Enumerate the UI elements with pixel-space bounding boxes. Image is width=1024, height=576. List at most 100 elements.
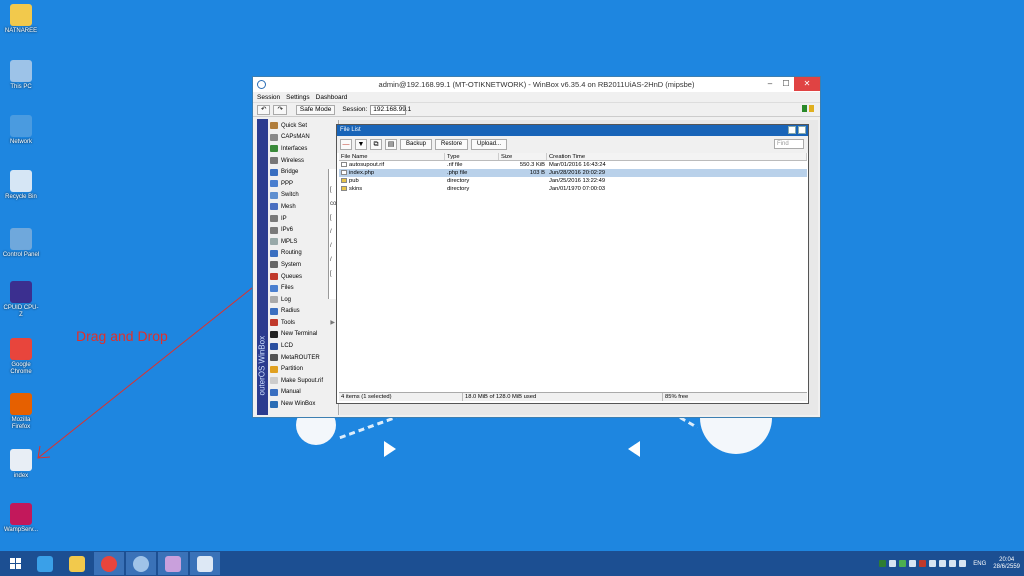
ie-icon	[37, 555, 53, 572]
redo-button[interactable]: ↷	[273, 104, 287, 115]
side-menu-label: System	[281, 261, 302, 268]
wifi-icon[interactable]	[959, 560, 967, 567]
session-field[interactable]: 192.168.99.1	[370, 104, 411, 115]
mesh-icon	[270, 203, 278, 211]
file-list-window[interactable]: File List — ▼ ⧉ ▤ Backup Restore Upload.…	[336, 124, 809, 404]
switch-icon	[270, 191, 278, 199]
menu-settings[interactable]: Settings	[286, 94, 310, 101]
remove-button[interactable]: —	[340, 139, 352, 150]
taskbar-file-explorer[interactable]	[62, 552, 92, 575]
restore-window-icon[interactable]	[788, 126, 796, 134]
side-menu-item[interactable]: New Terminal	[268, 329, 338, 341]
file-name-text: autosupout.rif	[349, 162, 385, 168]
file-time-cell: Jan/01/1970 07:00:03	[549, 186, 606, 192]
routing-icon	[270, 249, 278, 257]
file-row[interactable]: skins directory Jan/01/1970 07:00:03	[339, 185, 807, 193]
taskbar-internet-explorer[interactable]	[30, 552, 60, 575]
menu-bar: Session Settings Dashboard	[253, 92, 820, 103]
close-window-icon[interactable]	[798, 126, 806, 134]
taskbar-notepad[interactable]	[190, 552, 220, 575]
winbox-icon	[270, 400, 278, 408]
file-size-cell	[499, 177, 547, 185]
language-indicator[interactable]: ENG	[973, 561, 986, 567]
chrome-icon	[101, 555, 117, 572]
side-menu-label: CAPsMAN	[281, 134, 310, 141]
shield-icon[interactable]	[899, 560, 907, 567]
taskbar-winbox[interactable]	[126, 552, 156, 575]
clock[interactable]: 20:04 28/6/2559	[993, 557, 1020, 571]
restore-button[interactable]: Restore	[435, 139, 469, 150]
menu-dashboard[interactable]: Dashboard	[316, 94, 348, 101]
file-size-cell: 550.3 KiB	[519, 162, 545, 168]
file-row[interactable]: pub directory Jan/25/2016 13:22:49	[339, 177, 807, 185]
ipv6-icon	[270, 226, 278, 234]
tray-app-icon[interactable]	[879, 560, 887, 567]
chat-icon[interactable]	[919, 560, 927, 567]
side-menu-item[interactable]: CAPsMAN	[268, 132, 338, 144]
minimize-button[interactable]: –	[762, 77, 778, 91]
start-button[interactable]	[0, 551, 30, 576]
terminal-icon	[270, 330, 278, 338]
maximize-button[interactable]: ☐	[778, 77, 794, 91]
file-list-status-bar: 4 items (1 selected) 18.0 MiB of 128.0 M…	[339, 392, 807, 401]
status-count: 4 items (1 selected)	[339, 393, 463, 401]
ip-icon	[270, 215, 278, 223]
main-toolbar: ↶ ↷ Safe Mode Session: 192.168.99.1	[253, 103, 820, 117]
safe-mode-button[interactable]: Safe Mode	[295, 104, 336, 115]
upload-button[interactable]: Upload...	[471, 139, 508, 150]
undo-button[interactable]: ↶	[257, 104, 271, 115]
column-file-name[interactable]: File Name	[339, 153, 445, 160]
file-size-cell: 103 B	[529, 170, 545, 176]
volume-icon[interactable]	[889, 560, 897, 567]
file-table-header: File Name Type Size Creation Time	[339, 153, 807, 161]
background-window-edge: [co[/ / /[	[328, 169, 336, 299]
column-creation-time[interactable]: Creation Time	[547, 153, 807, 160]
winbox-icon	[133, 555, 149, 572]
side-menu-item[interactable]: Interfaces	[268, 143, 338, 155]
taskbar-chrome[interactable]	[94, 552, 124, 575]
brand-strip: outerOS WinBox	[257, 119, 268, 415]
side-menu-item[interactable]: Make Supout.rif	[268, 375, 338, 387]
side-menu-item[interactable]: Wireless	[268, 155, 338, 167]
menu-session[interactable]: Session	[257, 94, 280, 101]
side-menu-label: IPv6	[281, 227, 294, 234]
find-input[interactable]: Find	[774, 139, 804, 149]
wireless-icon	[270, 157, 278, 165]
file-list-titlebar[interactable]: File List	[337, 125, 808, 136]
taskbar-paint[interactable]	[158, 552, 188, 575]
side-menu-item[interactable]: New WinBox	[268, 398, 338, 410]
side-menu-item[interactable]: Quick Set	[268, 120, 338, 132]
copy-button[interactable]: ⧉	[370, 139, 382, 150]
side-menu-label: LCD	[281, 343, 294, 350]
side-menu-item[interactable]: LCD	[268, 340, 338, 352]
side-menu-item[interactable]: Manual	[268, 387, 338, 399]
window-titlebar[interactable]: admin@192.168.99.1 (MT-OTIKNETWORK) - Wi…	[253, 77, 820, 92]
settings-tray-icon[interactable]	[939, 560, 947, 567]
close-button[interactable]: ✕	[794, 77, 820, 91]
paste-button[interactable]: ▤	[385, 139, 397, 150]
file-row[interactable]: autosupout.rif .rif file 550.3 KiB Mar/01/2…	[339, 161, 807, 169]
file-table: File Name Type Size Creation Time autosu…	[339, 153, 807, 193]
side-menu-label: Wireless	[281, 157, 305, 164]
filter-button[interactable]: ▼	[355, 139, 367, 150]
column-size[interactable]: Size	[499, 153, 547, 160]
side-menu-item[interactable]: Radius	[268, 306, 338, 318]
flag-icon[interactable]	[929, 560, 937, 567]
side-menu-label: Log	[281, 296, 292, 303]
queues-icon	[270, 273, 278, 281]
status-free: 85% free	[665, 394, 689, 400]
side-menu-item[interactable]: MetaROUTER	[268, 352, 338, 364]
lock-icon	[809, 105, 814, 112]
column-type[interactable]: Type	[445, 153, 499, 160]
status-green-icon	[802, 105, 807, 112]
battery-icon[interactable]	[949, 560, 957, 567]
side-menu-item[interactable]: Partition	[268, 363, 338, 375]
backup-button[interactable]: Backup	[400, 139, 433, 150]
file-type-cell: .php file	[447, 170, 468, 176]
file-row[interactable]: index.php .php file 103 B Jun/28/2016 20:02…	[339, 169, 807, 177]
network-tray-icon[interactable]	[909, 560, 917, 567]
window-title: admin@192.168.99.1 (MT-OTIKNETWORK) - Wi…	[378, 80, 695, 89]
side-menu-label: IP	[281, 215, 287, 222]
side-menu-item[interactable]: Tools ▶	[268, 317, 338, 329]
side-menu-label: New WinBox	[281, 401, 316, 408]
